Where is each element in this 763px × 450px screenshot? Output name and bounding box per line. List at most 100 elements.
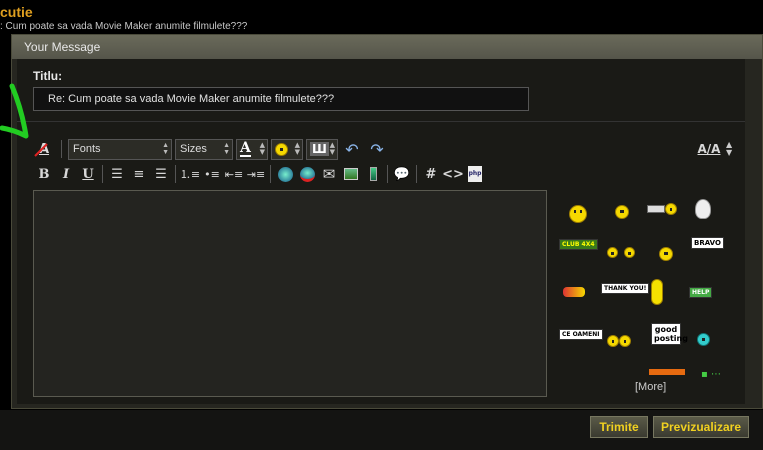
smile-smiley-icon bbox=[615, 205, 629, 219]
message-box: Your Message Titlu: Re: Cum poate sa vad… bbox=[11, 34, 763, 409]
smiley-ce-oameni[interactable]: CE OAMENI bbox=[559, 329, 603, 340]
red-slash-icon bbox=[34, 143, 48, 157]
submit-button[interactable]: Trimite bbox=[590, 416, 648, 438]
sizes-select-label: Sizes bbox=[180, 142, 207, 155]
indent-icon: ⇥≡ bbox=[246, 167, 266, 181]
wizard-smiley-icon bbox=[695, 199, 711, 219]
preview-button[interactable]: Previzualizare bbox=[653, 416, 749, 438]
smiley-club[interactable]: CLUB 4X4 bbox=[559, 239, 598, 250]
smiley-camera[interactable] bbox=[647, 203, 677, 215]
italic-button[interactable]: I bbox=[55, 163, 77, 185]
bold-icon: B bbox=[38, 166, 50, 182]
globe-link-icon bbox=[277, 166, 293, 182]
indent-button[interactable]: ⇥≡ bbox=[245, 163, 267, 185]
html-icon: <> bbox=[442, 166, 464, 182]
insert-php-button[interactable]: php bbox=[464, 163, 486, 185]
smiley-banana[interactable] bbox=[651, 279, 663, 305]
underline-button[interactable]: U bbox=[77, 163, 99, 185]
insert-flash-button[interactable] bbox=[362, 163, 384, 185]
page: cutie : Cum poate sa vada Movie Maker an… bbox=[0, 0, 763, 450]
box-title: Your Message bbox=[12, 35, 762, 59]
smiley-sleep[interactable] bbox=[563, 287, 585, 297]
font-color-icon: A bbox=[240, 140, 251, 157]
message-editor[interactable] bbox=[33, 190, 547, 397]
smiley-laugh[interactable] bbox=[569, 205, 587, 223]
highlight-select[interactable]: Ш ▲ ▼ bbox=[306, 138, 338, 160]
title-input[interactable]: Re: Cum poate sa vada Movie Maker anumit… bbox=[33, 87, 529, 111]
code-icon: # bbox=[425, 166, 437, 182]
insert-html-button[interactable]: <> bbox=[442, 163, 464, 185]
quote-bubble-icon: 💬 bbox=[393, 166, 411, 182]
align-right-button[interactable]: ☰ bbox=[150, 163, 172, 185]
pair-smiley-icon bbox=[624, 247, 635, 258]
align-right-icon: ☰ bbox=[155, 166, 167, 182]
insert-quote-button[interactable]: 💬 bbox=[391, 163, 413, 185]
toolbar-row-2: B I U ☰ ≡ ☰ ⒈≡ •≡ ⇤≡ ⇥≡ ✉ 💬 # <> php bbox=[33, 163, 486, 185]
fonts-select-label: Fonts bbox=[73, 142, 101, 155]
switch-mode-button[interactable]: A/A bbox=[697, 138, 721, 160]
envelope-icon: ✉ bbox=[322, 165, 336, 183]
pair-smiley-icon bbox=[607, 247, 618, 258]
smiley-thank-you[interactable]: THANK YOU! bbox=[601, 283, 650, 294]
font-color-select[interactable]: A ▲ ▼ bbox=[236, 138, 268, 160]
group-smiley-icon bbox=[607, 335, 619, 347]
smiley-dots[interactable]: ▪ ⋯ bbox=[701, 369, 721, 380]
dots-icon: ▪ ⋯ bbox=[701, 369, 721, 380]
toolbar-separator bbox=[175, 165, 176, 183]
help-sign-icon: HELP bbox=[689, 287, 713, 298]
group-smiley-icon bbox=[619, 335, 631, 347]
php-icon: php bbox=[468, 166, 482, 182]
banana-icon bbox=[651, 279, 663, 305]
italic-icon: I bbox=[62, 166, 70, 182]
ordered-list-icon: ⒈≡ bbox=[179, 168, 201, 181]
camera-smiley-icon bbox=[665, 203, 677, 215]
image-icon bbox=[344, 168, 358, 180]
green-checkmark-annotation bbox=[0, 83, 29, 139]
align-left-icon: ☰ bbox=[111, 166, 123, 182]
topic-line: : Cum poate sa vada Movie Maker anumite … bbox=[0, 21, 248, 32]
smiley-smile[interactable] bbox=[615, 205, 629, 219]
insert-image-button[interactable] bbox=[340, 163, 362, 185]
toolbar-separator bbox=[387, 165, 388, 183]
insert-code-button[interactable]: # bbox=[420, 163, 442, 185]
more-smilies-link[interactable]: [More] bbox=[635, 381, 666, 393]
smiley-bar[interactable] bbox=[649, 369, 685, 375]
globe-unlink-icon bbox=[299, 166, 315, 182]
toolbar-separator bbox=[416, 165, 417, 183]
thank-you-sign-icon: THANK YOU! bbox=[601, 283, 650, 294]
smiley-group[interactable] bbox=[607, 335, 631, 347]
smiley-select[interactable]: ▲ ▼ bbox=[271, 138, 303, 160]
remove-link-button[interactable] bbox=[296, 163, 318, 185]
section-title: cutie bbox=[0, 4, 33, 20]
toolbar-separator bbox=[61, 140, 62, 158]
smiley-help[interactable]: HELP bbox=[689, 287, 713, 298]
smiley-teal[interactable] bbox=[697, 333, 710, 346]
undo-icon: ↶ bbox=[345, 139, 359, 159]
fonts-select[interactable]: Fonts ▲ ▼ bbox=[68, 138, 172, 160]
teal-smiley-icon bbox=[697, 333, 710, 346]
resize-editor-icon[interactable]: ▲ ▼ bbox=[726, 141, 732, 157]
align-center-icon: ≡ bbox=[133, 166, 145, 182]
divider bbox=[17, 121, 745, 122]
message-form: Titlu: Re: Cum poate sa vada Movie Maker… bbox=[17, 59, 745, 404]
smiley-wizard[interactable] bbox=[695, 199, 711, 219]
align-left-button[interactable]: ☰ bbox=[106, 163, 128, 185]
smiley-cool[interactable] bbox=[659, 247, 673, 261]
bold-button[interactable]: B bbox=[33, 163, 55, 185]
switch-mode-icon: A/A bbox=[697, 142, 721, 156]
redo-button[interactable]: ↷ bbox=[366, 138, 388, 160]
insert-email-button[interactable]: ✉ bbox=[318, 163, 340, 185]
unordered-list-button[interactable]: •≡ bbox=[201, 163, 223, 185]
outdent-button[interactable]: ⇤≡ bbox=[223, 163, 245, 185]
sizes-select[interactable]: Sizes ▲ ▼ bbox=[175, 138, 233, 160]
smiley-good-posting[interactable]: good posting bbox=[651, 323, 688, 345]
camera-icon bbox=[647, 205, 665, 213]
unordered-list-icon: •≡ bbox=[204, 167, 220, 181]
smiley-pair[interactable] bbox=[607, 247, 635, 258]
align-center-button[interactable]: ≡ bbox=[128, 163, 150, 185]
smiley-bravo[interactable]: BRAVO bbox=[691, 237, 724, 249]
undo-button[interactable]: ↶ bbox=[341, 138, 363, 160]
ordered-list-button[interactable]: ⒈≡ bbox=[179, 163, 201, 185]
sleep-smiley-icon bbox=[563, 287, 585, 297]
insert-link-button[interactable] bbox=[274, 163, 296, 185]
